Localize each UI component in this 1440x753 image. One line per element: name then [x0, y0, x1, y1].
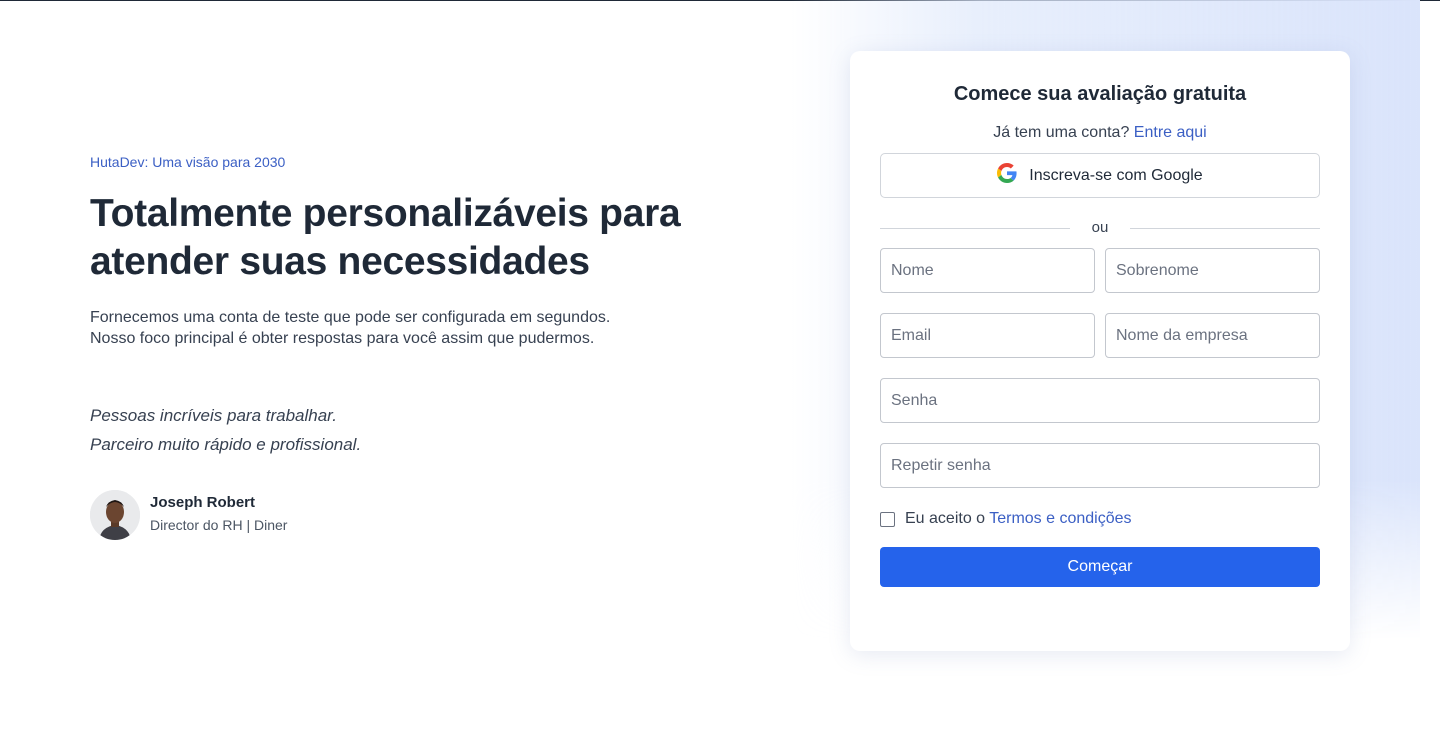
- hero-section: HutaDev: Uma visão para 2030 Totalmente …: [90, 150, 750, 540]
- or-divider: ou: [880, 218, 1320, 238]
- avatar: [90, 490, 140, 540]
- google-icon: [997, 163, 1017, 188]
- testimonial-quote: Pessoas incríveis para trabalhar. Parcei…: [90, 401, 750, 459]
- google-button-label: Inscreva-se com Google: [1029, 166, 1203, 184]
- headline-line-2: atender suas necessidades: [90, 240, 590, 283]
- author-name: Joseph Robert: [150, 494, 256, 511]
- email-input[interactable]: [880, 313, 1095, 358]
- name-row: [880, 248, 1320, 293]
- quote-line-1: Pessoas incríveis para trabalhar.: [90, 406, 337, 425]
- email-company-row: [880, 313, 1320, 358]
- login-link[interactable]: Entre aqui: [1134, 124, 1207, 141]
- hero-headline: Totalmente personalizáveis para atender …: [90, 190, 750, 286]
- password-input[interactable]: [880, 378, 1320, 423]
- last-name-input[interactable]: [1105, 248, 1320, 293]
- terms-row: Eu aceito o Termos e condições: [880, 508, 1320, 530]
- headline-line-1: Totalmente personalizáveis para: [90, 192, 681, 235]
- repeat-password-row: [880, 443, 1320, 488]
- terms-prefix: Eu aceito o: [905, 510, 986, 527]
- quote-line-2: Parceiro muito rápido e profissional.: [90, 435, 362, 454]
- signup-title: Comece sua avaliação gratuita: [953, 83, 1247, 105]
- description-line-2: Nosso foco principal é obter respostas p…: [90, 330, 595, 347]
- terms-checkbox[interactable]: [880, 511, 895, 527]
- description-line-1: Fornecemos uma conta de teste que pode s…: [90, 309, 611, 326]
- repeat-password-input[interactable]: [880, 443, 1320, 488]
- google-signup-button[interactable]: Inscreva-se com Google: [880, 153, 1320, 198]
- company-input[interactable]: [1105, 313, 1320, 358]
- divider-line-right: [1130, 228, 1320, 229]
- hero-eyebrow: HutaDev: Uma visão para 2030: [90, 154, 286, 170]
- author-role: Director do RH | Diner: [150, 517, 288, 533]
- terms-link[interactable]: Termos e condições: [989, 510, 1131, 527]
- have-account-text: Já tem uma conta?: [993, 124, 1130, 141]
- start-button[interactable]: Começar: [880, 547, 1320, 587]
- first-name-input[interactable]: [880, 248, 1095, 293]
- hero-description: Fornecemos uma conta de teste que pode s…: [90, 307, 750, 349]
- login-prompt: Já tem uma conta? Entre aqui: [880, 123, 1320, 143]
- password-row: [880, 378, 1320, 423]
- signup-card: Comece sua avaliação gratuita Já tem uma…: [850, 51, 1350, 651]
- testimonial-author: Joseph Robert Director do RH | Diner: [90, 490, 750, 540]
- terms-text: Eu aceito o Termos e condições: [905, 510, 1132, 528]
